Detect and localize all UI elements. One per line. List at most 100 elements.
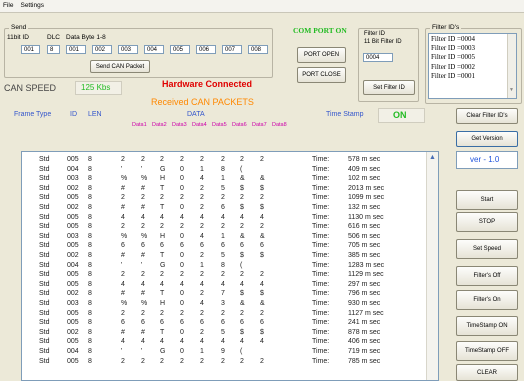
table-row[interactable]: Std 005 8 4 4 4 4 4 4 4 4 Time: 297 m sec (22, 280, 422, 289)
filter-id-item[interactable]: Filter ID =0002 (431, 63, 516, 72)
port-close-button[interactable]: PORT CLOSE (297, 67, 346, 83)
data-byte-7[interactable]: 007 (222, 45, 242, 54)
time-label-cell: Time: (312, 242, 330, 250)
data-label: Data Byte 1-8 (66, 34, 106, 41)
data-cell: 2 (160, 309, 164, 317)
table-row[interactable]: Std 005 8 2 2 2 2 2 2 2 2 Time: 1129 m sec (22, 270, 422, 279)
data-byte-1[interactable]: 001 (66, 45, 86, 54)
table-row[interactable]: Std 005 8 2 2 2 2 2 2 2 2 Time: 1127 m sec (22, 309, 422, 318)
menu-bar: File Settings (0, 0, 524, 13)
table-row[interactable]: Std 005 8 2 2 2 2 2 2 2 2 Time: 578 m sec (22, 155, 422, 164)
table-row[interactable]: Std 002 8 # # T 0 2 5 $ $ Time: 385 m sec (22, 251, 422, 260)
table-row[interactable]: Std 002 8 # # T 0 2 7 $ $ Time: 796 m sec (22, 289, 422, 298)
data-cell: 4 (260, 213, 264, 221)
data-cell: 0 (180, 184, 184, 192)
id-input[interactable]: 001 (21, 45, 40, 54)
filter-id-input[interactable]: 0004 (363, 53, 393, 62)
filter-ids-list[interactable]: Filter ID =0004 Filter ID =0003 Filter I… (428, 33, 517, 99)
filters-on-button[interactable]: Filter's On (456, 290, 518, 310)
port-open-button[interactable]: PORT OPEN (297, 47, 346, 63)
set-speed-button[interactable]: Set Speed (456, 239, 518, 259)
table-row[interactable]: Std 003 8%% H 0 4 3 & & Time: 930 m sec (22, 299, 422, 308)
time-label-cell: Time: (312, 290, 330, 298)
data-cell: 6 (221, 242, 225, 250)
time-value-cell: 719 m sec (348, 348, 381, 355)
stop-button[interactable]: STOP (456, 212, 518, 232)
received-packets-list[interactable]: Std 005 8 2 2 2 2 2 2 2 2 Time: 578 m sec Std 004 8 ' ' G 0… (21, 151, 439, 381)
table-row[interactable]: Std 003 8%% H 0 4 1 & & Time: 506 m sec (22, 232, 422, 241)
time-value-cell: 1129 m sec (348, 271, 384, 279)
filter-id-item[interactable]: Filter ID =0005 (431, 53, 516, 62)
len-cell: 8 (88, 213, 92, 221)
data-subheader: Data8 (272, 122, 287, 128)
time-label-cell: Time: (312, 280, 330, 288)
send-can-packet-button[interactable]: Send CAN Packet (90, 60, 150, 73)
data-cell: 8 (221, 261, 225, 269)
clear-button[interactable]: CLEAR (456, 364, 518, 381)
data-cell: 4 (121, 338, 125, 346)
data-subheader: Data7 (252, 122, 267, 128)
timestamp-on-button[interactable]: TimeStamp ON (456, 316, 518, 336)
data-cell: # (121, 328, 125, 336)
data-cell: 6 (141, 242, 145, 250)
table-row[interactable]: Std 005 8 6 6 6 6 6 6 6 6 Time: 705 m sec (22, 241, 422, 250)
table-row[interactable]: Std 005 8 2 2 2 2 2 2 2 2 Time: 1099 m sec (22, 193, 422, 202)
table-row[interactable]: Std 004 8 ' ' G 0 1 8 (Time: 409 m sec (22, 165, 422, 174)
dlc-input[interactable]: 8 (47, 45, 60, 54)
table-row[interactable]: Std 002 8 # # T 0 2 5 $ $ Time: 2013 m sec (22, 184, 422, 193)
data-byte-6[interactable]: 006 (196, 45, 216, 54)
table-row[interactable]: Std 004 8 ' ' G 0 1 8 (Time: 1283 m sec (22, 261, 422, 270)
data-cell: 2 (121, 156, 125, 163)
hardware-status: Hardware Connected (162, 79, 253, 89)
table-row[interactable]: Std 005 8 6 6 6 6 6 6 6 6 Time: 241 m sec (22, 318, 422, 327)
data-cell: 6 (160, 319, 164, 327)
clear-filter-ids-button[interactable]: Clear Filter ID's (456, 108, 518, 124)
len-cell: 8 (88, 156, 92, 163)
filter-id-item[interactable]: Filter ID =0004 (431, 35, 516, 44)
get-version-button[interactable]: Get Version (456, 131, 518, 147)
data-byte-4[interactable]: 004 (144, 45, 164, 54)
table-row[interactable]: Std 005 8 4 4 4 4 4 4 4 4 Time: 406 m sec (22, 337, 422, 346)
data-byte-2[interactable]: 002 (92, 45, 112, 54)
data-cell: 4 (121, 280, 125, 288)
data-cell: $ (240, 184, 244, 192)
scroll-up-icon[interactable]: ▲ (429, 154, 436, 161)
frame-type-cell: Std (39, 348, 50, 355)
filter-id-item[interactable]: Filter ID =0001 (431, 72, 516, 81)
data-subheader: Data5 (212, 122, 227, 128)
log-scrollbar[interactable]: ▲ (426, 152, 438, 380)
table-row[interactable]: Std 003 8%% H 0 4 1 & & Time: 102 m sec (22, 174, 422, 183)
filter-id-item[interactable]: Filter ID =0003 (431, 44, 516, 53)
data-cell: 4 (160, 280, 164, 288)
data-cell: 4 (240, 338, 244, 346)
menu-settings[interactable]: Settings (17, 0, 48, 9)
filter-list-scrollbar[interactable]: ▼ (507, 34, 516, 98)
start-button[interactable]: Start (456, 190, 518, 210)
table-row[interactable]: Std 002 8 # # T 0 2 5 $ $ Time: 878 m sec (22, 328, 422, 337)
filters-off-button[interactable]: Filter's Off (456, 266, 518, 286)
data-cell: 2 (180, 309, 184, 317)
table-row[interactable]: Std 002 8 # # T 0 2 6 $ $ Time: 132 m sec (22, 203, 422, 212)
set-filter-id-button[interactable]: Set Filter ID (363, 80, 415, 95)
data-cell: 2 (221, 156, 225, 163)
table-row[interactable]: Std 004 8 ' ' G 0 1 9 (Time: 719 m sec (22, 347, 422, 356)
data-cell: 0 (180, 290, 184, 298)
table-row[interactable]: Std 005 8 2 2 2 2 2 2 2 2 Time: 785 m sec (22, 357, 422, 366)
table-row[interactable]: Std 005 8 2 2 2 2 2 2 2 2 Time: 616 m sec (22, 222, 422, 231)
data-cell: 0 (180, 348, 184, 355)
col-id: ID (70, 111, 77, 118)
data-cell: 2 (200, 309, 204, 317)
frame-type-cell: Std (39, 261, 50, 269)
data-cell: 0 (180, 252, 184, 259)
time-value-cell: 132 m sec (348, 204, 381, 211)
data-byte-5[interactable]: 005 (170, 45, 190, 54)
data-byte-3[interactable]: 003 (118, 45, 138, 54)
data-byte-8[interactable]: 008 (248, 45, 268, 54)
menu-file[interactable]: File (0, 0, 17, 9)
data-cell: G (160, 261, 166, 269)
data-cell: % (121, 175, 128, 183)
timestamp-off-button[interactable]: TimeStamp OFF (456, 341, 518, 361)
data-subheader: Data2 (152, 122, 167, 128)
table-row[interactable]: Std 005 8 4 4 4 4 4 4 4 4 Time: 1130 m sec (22, 213, 422, 222)
data-cell: 4 (160, 338, 164, 346)
